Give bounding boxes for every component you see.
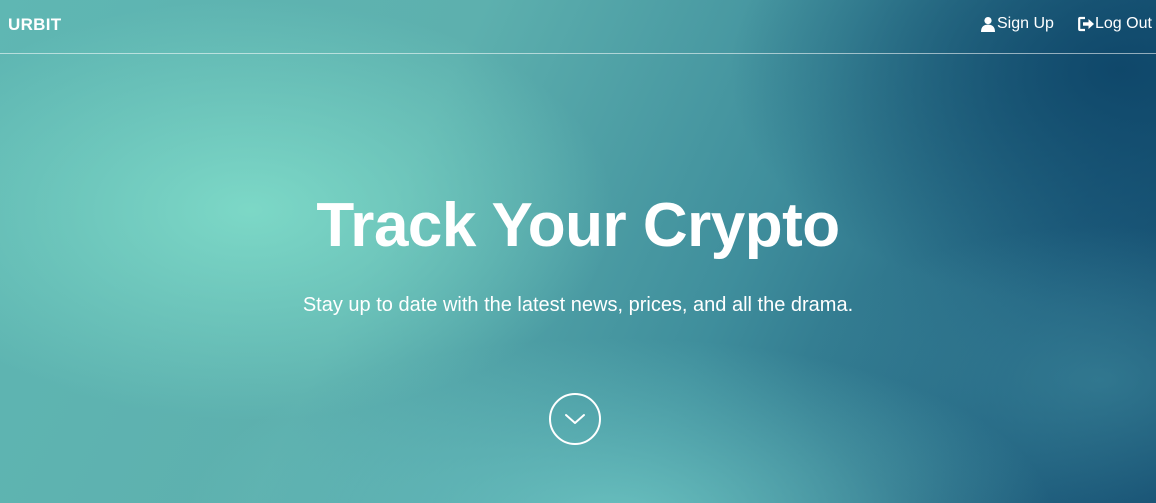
navbar: URBIT Sign Up Log Out xyxy=(0,0,1156,54)
hero-title: Track Your Crypto xyxy=(316,191,840,260)
sign-out-icon xyxy=(1078,16,1094,32)
brand-logo[interactable]: URBIT xyxy=(8,15,61,35)
user-icon xyxy=(980,16,996,32)
log-out-label: Log Out xyxy=(1095,15,1152,32)
sign-up-label: Sign Up xyxy=(997,15,1054,32)
scroll-down-button[interactable] xyxy=(549,393,601,445)
log-out-link[interactable]: Log Out xyxy=(1078,15,1152,33)
chevron-down-icon xyxy=(564,412,586,426)
sign-up-link[interactable]: Sign Up xyxy=(980,15,1054,33)
hero-subtitle: Stay up to date with the latest news, pr… xyxy=(302,294,854,316)
